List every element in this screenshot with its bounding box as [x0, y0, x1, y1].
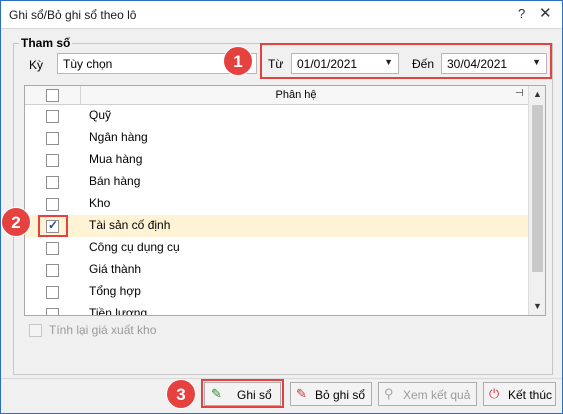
grid-row[interactable]: Quỹ: [25, 105, 528, 127]
column-header-module: Phân hệ: [275, 89, 317, 101]
view-result-button-label: Xem kết quả: [403, 388, 471, 402]
grid-row[interactable]: Giá thành: [25, 259, 528, 281]
chevron-down-icon[interactable]: ▼: [532, 57, 541, 67]
row-check-cell: [25, 281, 81, 303]
from-date-value: 01/01/2021: [297, 57, 358, 71]
finish-button[interactable]: ⏻ Kết thúc: [483, 382, 556, 406]
grid-row[interactable]: Bán hàng: [25, 171, 528, 193]
row-checkbox[interactable]: [46, 198, 59, 211]
close-icon[interactable]: ✕: [539, 4, 552, 22]
row-label: Tài sản cố định: [89, 218, 171, 232]
unpost-button[interactable]: ✎ Bỏ ghi sổ: [290, 382, 372, 406]
row-checkbox[interactable]: ✓: [46, 218, 59, 233]
row-check-cell: [25, 149, 81, 171]
grid-scrollbar[interactable]: ▲ ▼: [528, 86, 545, 315]
grid-row[interactable]: Tổng hợp: [25, 281, 528, 303]
row-checkbox[interactable]: [46, 308, 59, 315]
row-label: Tiền lương: [89, 306, 148, 316]
to-label: Đến: [412, 57, 435, 71]
row-check-cell: [25, 105, 81, 127]
module-grid: Phân hệ ⊣ Quỹ Ngân hàng Mua hàng Bán hàng Kh…: [24, 85, 546, 316]
checkmark-icon: ✓: [48, 218, 59, 232]
post-button[interactable]: ✎ Ghi sổ: [204, 382, 281, 406]
row-label: Công cụ dụng cụ: [89, 240, 180, 254]
grid-row[interactable]: Công cụ dụng cụ: [25, 237, 528, 259]
row-label: Tổng hợp: [89, 284, 141, 298]
to-date-value: 30/04/2021: [447, 57, 508, 71]
pencil-cancel-icon: ✎: [296, 386, 307, 401]
row-check-cell: [25, 237, 81, 259]
step-badge-2: 2: [1, 207, 31, 237]
post-button-label: Ghi sổ: [237, 388, 272, 402]
to-date-combo[interactable]: 30/04/2021 ▼: [441, 53, 547, 74]
scroll-up-icon[interactable]: ▲: [529, 86, 545, 103]
row-check-cell: [25, 171, 81, 193]
grid-row[interactable]: Kho: [25, 193, 528, 215]
pin-icon[interactable]: ⊣: [515, 88, 524, 99]
help-icon[interactable]: ?: [518, 6, 525, 21]
row-label: Ngân hàng: [89, 130, 148, 144]
grid-header: Phân hệ ⊣: [25, 86, 528, 105]
step-badge-3: 3: [166, 379, 196, 409]
grid-row[interactable]: Tiền lương: [25, 303, 528, 316]
row-check-cell: [25, 303, 81, 315]
window-title: Ghi sổ/Bỏ ghi sổ theo lô: [9, 8, 137, 22]
grid-row[interactable]: Mua hàng: [25, 149, 528, 171]
magnifier-icon: ⚲: [384, 386, 394, 401]
row-check-cell: [25, 127, 81, 149]
row-label: Mua hàng: [89, 152, 143, 166]
row-checkbox[interactable]: [46, 176, 59, 189]
row-label: Bán hàng: [89, 174, 141, 188]
row-check-cell: [25, 193, 81, 215]
dialog-window: Ghi sổ/Bỏ ghi sổ theo lô ? ✕ Tham số Kỳ …: [0, 0, 563, 414]
title-bar: Ghi sổ/Bỏ ghi sổ theo lô ? ✕: [1, 1, 562, 29]
grid-row[interactable]: Ngân hàng: [25, 127, 528, 149]
from-date-combo[interactable]: 01/01/2021 ▼: [291, 53, 399, 74]
row-checkbox[interactable]: [46, 110, 59, 123]
row-checkbox[interactable]: [46, 286, 59, 299]
recalc-checkbox[interactable]: [29, 324, 42, 337]
from-label: Từ: [268, 57, 284, 71]
row-check-cell: [25, 259, 81, 281]
finish-button-label: Kết thúc: [508, 388, 553, 402]
row-label: Kho: [89, 196, 111, 210]
grid-row[interactable]: ✓ Tài sản cố định: [25, 215, 528, 237]
scroll-down-icon[interactable]: ▼: [529, 298, 545, 315]
row-checkbox[interactable]: [46, 242, 59, 255]
period-value: Tùy chọn: [63, 57, 113, 71]
step-badge-1: 1: [223, 46, 253, 76]
select-all-checkbox[interactable]: [46, 89, 59, 102]
row-label: Giá thành: [89, 262, 142, 276]
unpost-button-label: Bỏ ghi sổ: [315, 388, 366, 402]
row-label: Quỹ: [89, 108, 112, 122]
pencil-icon: ✎: [211, 386, 222, 401]
params-group-label: Tham số: [19, 36, 73, 50]
row-checkbox[interactable]: [46, 264, 59, 277]
row-checkbox[interactable]: [46, 154, 59, 167]
row-check-cell: ✓: [25, 215, 81, 237]
view-result-button[interactable]: ⚲ Xem kết quả: [378, 382, 477, 406]
chevron-down-icon[interactable]: ▼: [384, 57, 393, 67]
power-icon: ⏻: [489, 386, 500, 401]
scroll-thumb[interactable]: [532, 105, 543, 272]
recalc-label: Tính lại giá xuất kho: [49, 323, 157, 337]
header-check-column: [25, 86, 81, 105]
period-label: Kỳ: [29, 58, 44, 72]
row-checkbox[interactable]: [46, 132, 59, 145]
